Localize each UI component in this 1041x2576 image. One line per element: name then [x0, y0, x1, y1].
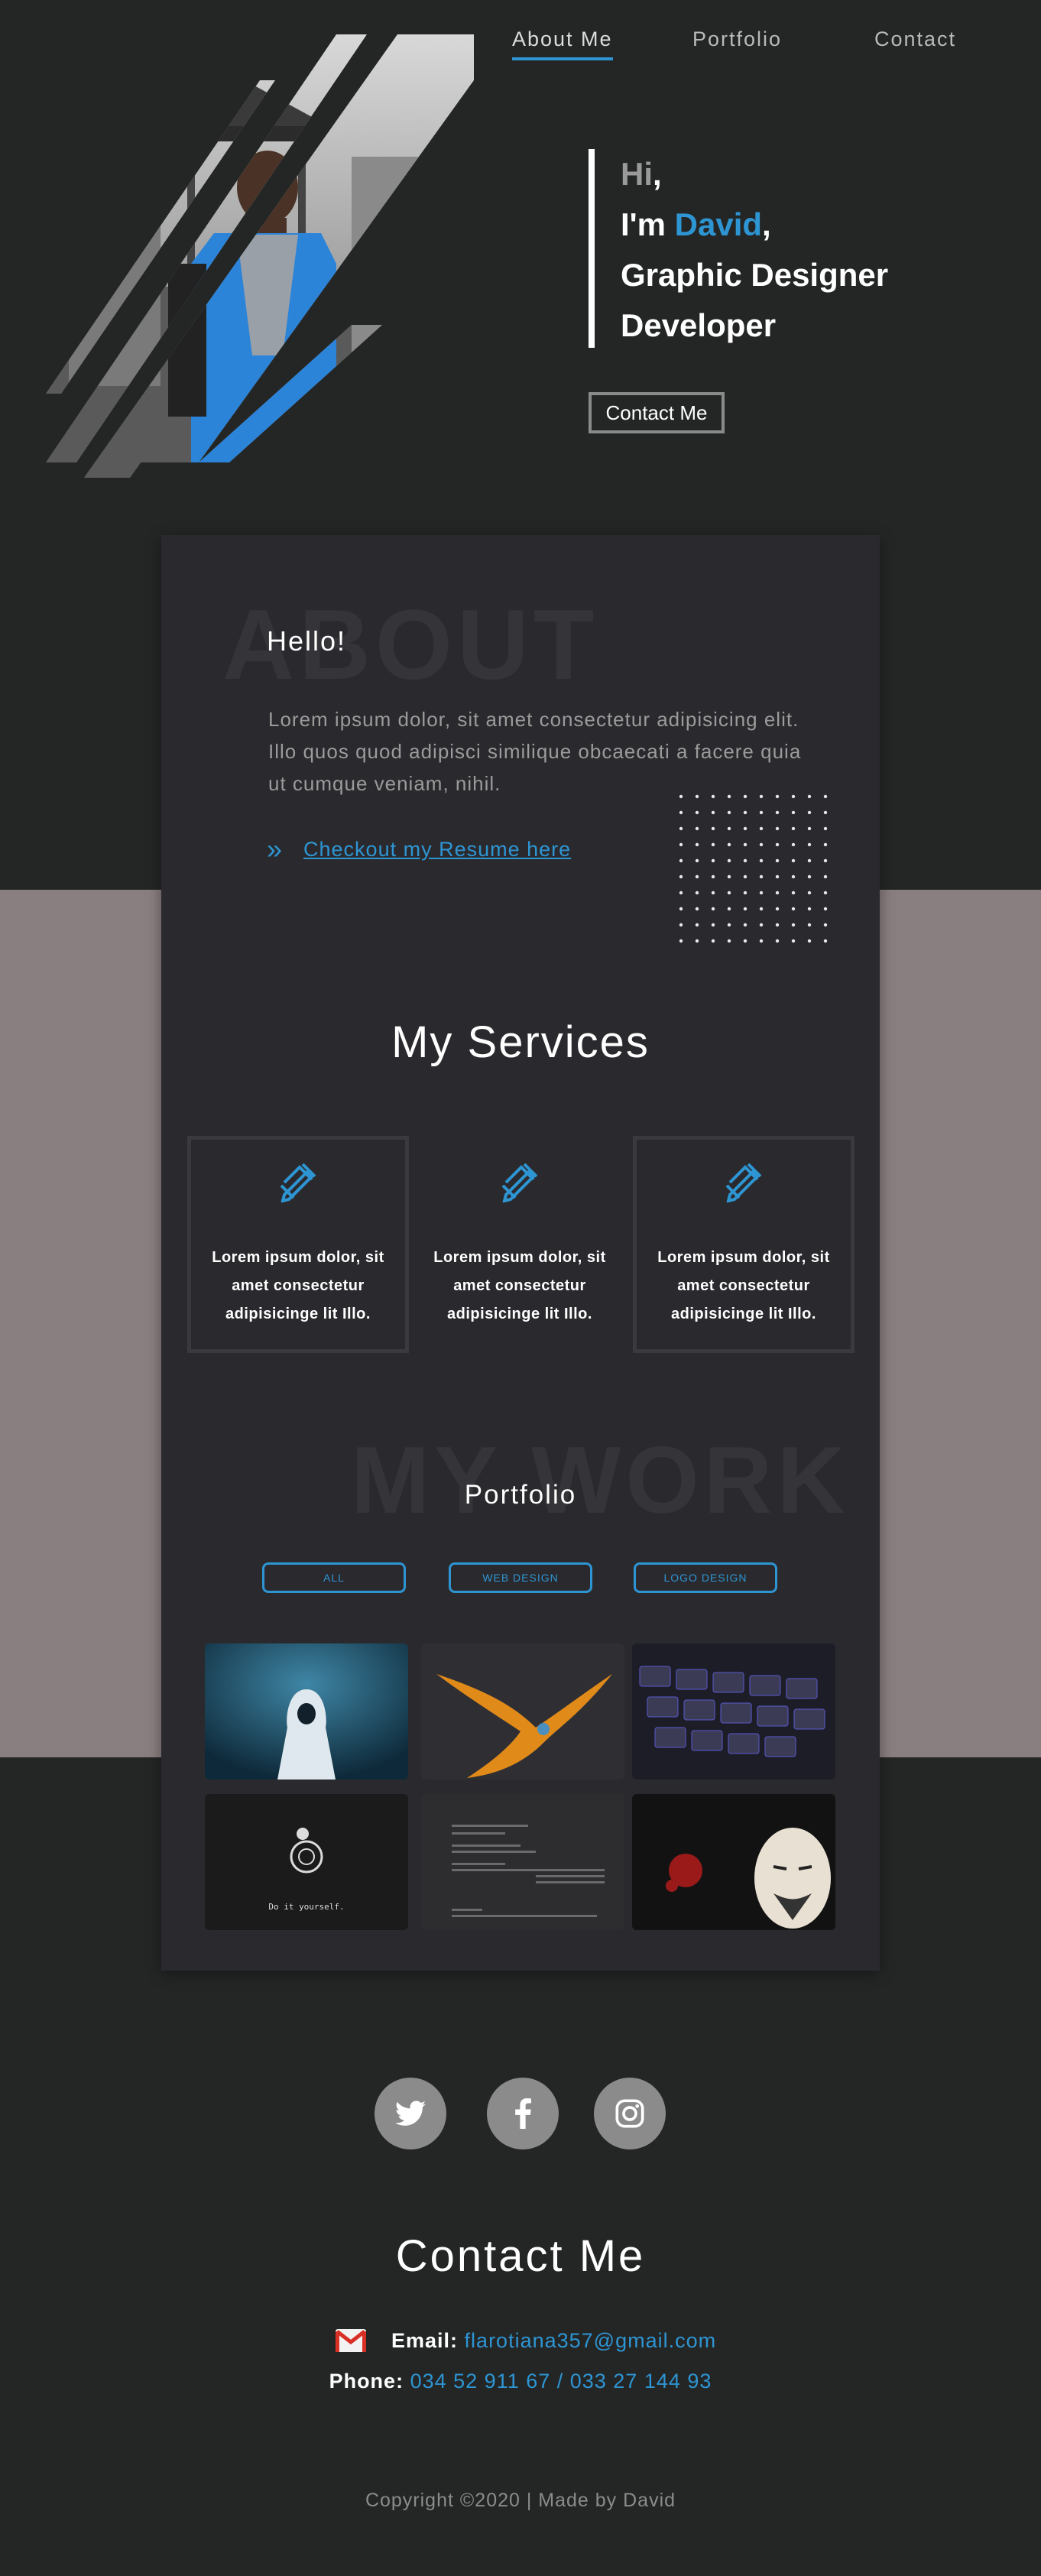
- nav-portfolio[interactable]: Portfolio: [692, 28, 782, 51]
- email-row: Email: flarotiana357@gmail.com: [335, 2328, 716, 2353]
- portfolio-title: Portfolio: [464, 1480, 577, 1510]
- phone-number: 034 52 911 67 / 033 27 144 93: [410, 2370, 712, 2393]
- service-text: Lorem ipsum dolor, sit amet consectetur …: [657, 1249, 830, 1322]
- hero-role-2: Developer: [621, 307, 777, 343]
- twitter-button[interactable]: [375, 2078, 446, 2149]
- dot-grid-decoration: [679, 794, 828, 943]
- portfolio-thumb-mask[interactable]: [632, 1794, 835, 1930]
- portfolio-thumb-hooded-figure[interactable]: [205, 1643, 408, 1780]
- hero-role-1: Graphic Designer: [621, 257, 889, 293]
- pencil-ruler-icon: [280, 1163, 316, 1202]
- facebook-button[interactable]: [487, 2078, 559, 2149]
- content-card: ABOUT Hello! Lorem ipsum dolor, sit amet…: [161, 535, 880, 1971]
- portfolio-thumb-do-it-yourself[interactable]: Do it yourself.: [205, 1794, 408, 1930]
- contact-title: Contact Me: [395, 2231, 646, 2281]
- services-title: My Services: [391, 1017, 650, 1067]
- resume-link[interactable]: Checkout my Resume here: [303, 838, 571, 861]
- service-card: Lorem ipsum dolor, sit amet consectetur …: [633, 1136, 855, 1353]
- phone-row: Phone: 034 52 911 67 / 033 27 144 93: [0, 2370, 1041, 2393]
- resume-link-row: » Checkout my Resume here: [267, 833, 571, 865]
- hero-name: David: [674, 206, 763, 242]
- filter-web-design-button[interactable]: WEB DESIGN: [449, 1562, 592, 1593]
- copyright-text: Copyright ©2020 | Made by David: [365, 2490, 676, 2511]
- service-card: Lorem ipsum dolor, sit amet consectetur …: [187, 1136, 409, 1353]
- hero-comma: ,: [653, 156, 662, 192]
- nav-about[interactable]: About Me: [512, 28, 613, 60]
- filter-all-button[interactable]: ALL: [262, 1562, 406, 1593]
- hero-hi: Hi: [621, 156, 653, 192]
- email-label: Email:: [391, 2328, 459, 2352]
- thumb-caption: Do it yourself.: [268, 1902, 345, 1912]
- hero-intro: Hi, I'm David, Graphic Designer Develope…: [589, 149, 888, 348]
- service-text: Lorem ipsum dolor, sit amet consectetur …: [212, 1249, 384, 1322]
- service-card: Lorem ipsum dolor, sit amet consectetur …: [409, 1136, 631, 1353]
- hero-im: I'm: [621, 206, 675, 242]
- filter-logo-design-button[interactable]: LOGO DESIGN: [634, 1562, 777, 1593]
- pencil-ruler-icon: [501, 1163, 538, 1202]
- portfolio-thumb-code[interactable]: [421, 1794, 624, 1930]
- portfolio-thumb-parrot[interactable]: [421, 1643, 624, 1780]
- main-nav: About Me Portfolio Contact: [506, 28, 1041, 60]
- instagram-button[interactable]: [594, 2078, 666, 2149]
- contact-me-button[interactable]: Contact Me: [589, 392, 725, 433]
- profile-photo: [46, 34, 474, 478]
- service-text: Lorem ipsum dolor, sit amet consectetur …: [433, 1249, 606, 1322]
- portfolio-thumb-keyboard[interactable]: [632, 1643, 835, 1780]
- twitter-icon: [395, 2101, 426, 2126]
- email-link[interactable]: flarotiana357@gmail.com: [465, 2329, 717, 2353]
- pencil-ruler-icon: [725, 1163, 762, 1202]
- instagram-icon: [615, 2099, 644, 2128]
- about-paragraph: Lorem ipsum dolor, sit amet consectetur …: [268, 708, 802, 795]
- double-chevron-right-icon: »: [267, 833, 283, 865]
- phone-label: Phone:: [329, 2370, 404, 2393]
- about-greeting: Hello!: [267, 625, 347, 657]
- facebook-icon: [515, 2098, 531, 2129]
- gmail-icon: [336, 2329, 366, 2352]
- nav-contact[interactable]: Contact: [874, 28, 956, 51]
- hero-comma2: ,: [762, 206, 771, 242]
